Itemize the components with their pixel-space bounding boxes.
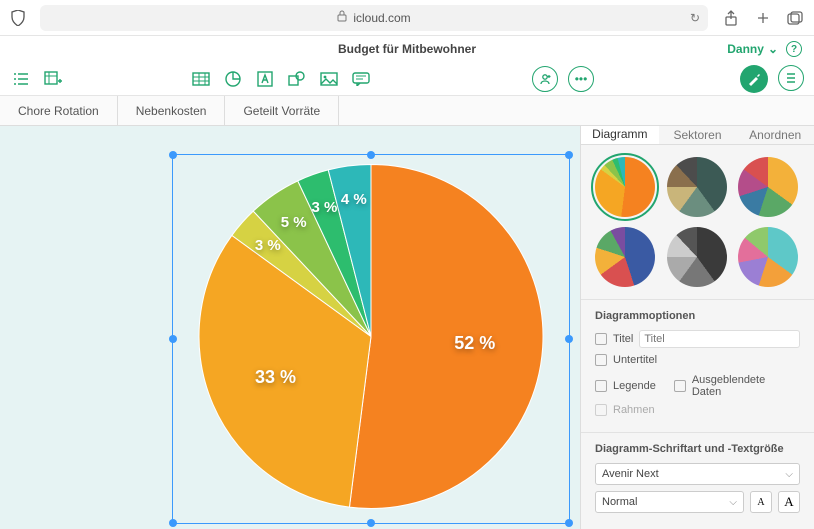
frame-label: Rahmen: [613, 404, 655, 416]
inspector-tab-sectors[interactable]: Sektoren: [659, 126, 737, 144]
add-sheet-icon[interactable]: [42, 68, 64, 90]
frame-checkbox[interactable]: [595, 404, 607, 416]
app-toolbar: •••: [0, 62, 814, 96]
chart-style-thumb[interactable]: [738, 157, 798, 217]
tabs-overview-icon[interactable]: [786, 9, 804, 27]
chart-style-grid: [581, 145, 814, 300]
chart-style-thumb[interactable]: [667, 227, 727, 287]
chart-style-thumb[interactable]: [595, 227, 655, 287]
collaborate-icon[interactable]: [532, 66, 558, 92]
insert-text-icon[interactable]: [254, 68, 276, 90]
chart-font-section: Diagramm-Schriftart und -Textgröße Aveni…: [581, 433, 814, 529]
pie-slice-label: 52 %: [454, 333, 495, 354]
resize-handle[interactable]: [169, 335, 177, 343]
font-size-smaller[interactable]: A: [750, 491, 772, 513]
hidden-data-checkbox[interactable]: [674, 380, 686, 392]
section-title: Diagramm-Schriftart und -Textgröße: [595, 443, 800, 455]
insert-media-icon[interactable]: [318, 68, 340, 90]
lock-icon: [337, 10, 347, 25]
insert-shape-icon[interactable]: [286, 68, 308, 90]
more-icon[interactable]: •••: [568, 66, 594, 92]
chart-style-thumb[interactable]: [738, 227, 798, 287]
pie-chart[interactable]: 52 %33 %3 %5 %3 %4 %: [191, 157, 551, 522]
sheet-tab[interactable]: Chore Rotation: [0, 96, 118, 125]
share-icon[interactable]: [722, 9, 740, 27]
format-brush-icon[interactable]: [740, 65, 768, 93]
title-input[interactable]: [639, 330, 800, 348]
pie-slice-label: 5 %: [281, 214, 307, 231]
insert-chart-icon[interactable]: [222, 68, 244, 90]
sheet-tab[interactable]: Nebenkosten: [118, 96, 226, 125]
title-checkbox[interactable]: [595, 333, 607, 345]
user-menu[interactable]: Danny ⌄: [727, 42, 778, 56]
pie-slice[interactable]: [349, 165, 543, 509]
pie-slice-label: 3 %: [255, 237, 281, 254]
section-title: Diagrammoptionen: [595, 310, 800, 322]
font-family-select[interactable]: Avenir Next: [595, 463, 800, 485]
resize-handle[interactable]: [169, 519, 177, 527]
subtitle-label: Untertitel: [613, 354, 657, 366]
url-field[interactable]: icloud.com ↻: [40, 5, 708, 31]
insert-table-icon[interactable]: [190, 68, 212, 90]
sheet-tab-bar: Chore Rotation Nebenkosten Geteilt Vorrä…: [0, 96, 814, 126]
resize-handle[interactable]: [565, 519, 573, 527]
resize-handle[interactable]: [565, 151, 573, 159]
font-weight-select[interactable]: Normal: [595, 491, 744, 513]
list-view-icon[interactable]: [10, 68, 32, 90]
inspector-tab-diagram[interactable]: Diagramm: [581, 126, 659, 144]
format-inspector: Diagramm Sektoren Anordnen Diagrammoptio…: [580, 126, 814, 529]
browser-address-bar: icloud.com ↻: [0, 0, 814, 36]
pie-slice-label: 33 %: [255, 367, 296, 388]
title-label: Titel: [613, 333, 633, 345]
inspector-tab-arrange[interactable]: Anordnen: [736, 126, 814, 144]
subtitle-checkbox[interactable]: [595, 354, 607, 366]
legend-checkbox[interactable]: [595, 380, 607, 392]
resize-handle[interactable]: [565, 335, 573, 343]
chart-selection-box[interactable]: 52 %33 %3 %5 %3 %4 %: [172, 154, 570, 524]
organize-icon[interactable]: [778, 65, 804, 91]
new-tab-icon[interactable]: [754, 9, 772, 27]
resize-handle[interactable]: [169, 151, 177, 159]
chevron-down-icon: ⌄: [768, 42, 778, 56]
chart-style-thumb[interactable]: [595, 157, 655, 217]
pie-slice-label: 3 %: [311, 199, 337, 216]
chart-options-section: Diagrammoptionen Titel Untertitel Legend…: [581, 300, 814, 433]
font-size-larger[interactable]: A: [778, 491, 800, 513]
help-icon[interactable]: ?: [786, 41, 802, 57]
pie-slice-label: 4 %: [341, 191, 367, 208]
sheet-tab[interactable]: Geteilt Vorräte: [225, 96, 339, 125]
insert-comment-icon[interactable]: [350, 68, 372, 90]
document-title-bar: Budget für Mitbewohner Danny ⌄ ?: [0, 36, 814, 62]
document-title: Budget für Mitbewohner: [338, 42, 476, 56]
reload-icon[interactable]: ↻: [690, 11, 700, 25]
canvas[interactable]: 52 %33 %3 %5 %3 %4 %: [0, 126, 580, 529]
privacy-shield-icon[interactable]: [10, 10, 26, 26]
chart-style-thumb[interactable]: [667, 157, 727, 217]
url-text: icloud.com: [353, 11, 410, 25]
